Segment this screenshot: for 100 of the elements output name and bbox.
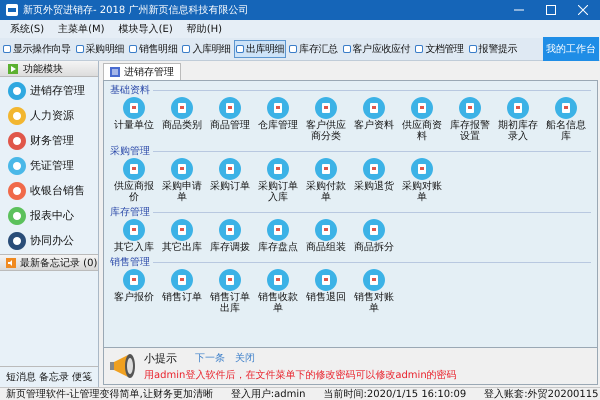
tile-icon (459, 97, 481, 119)
menu-item[interactable]: 系统(S) (10, 22, 44, 36)
module-shortcut[interactable]: 销售对账单 (350, 269, 398, 314)
module-shortcut[interactable]: 销售订单出库 (206, 269, 254, 314)
tile-icon (123, 97, 145, 119)
status-text: 登入用户:admin (230, 388, 306, 400)
bottom-tab[interactable]: 短消息 (6, 370, 36, 384)
tile-icon (363, 97, 385, 119)
tile-icon (123, 269, 145, 291)
module-shortcut[interactable]: 销售收款单 (254, 269, 302, 314)
sidebar-item[interactable]: 进销存管理 (8, 81, 98, 100)
module-shortcut[interactable]: 采购对账单 (398, 158, 446, 203)
module-shortcut[interactable]: 其它入库 (110, 219, 158, 253)
module-shortcut[interactable]: 库存调拨 (206, 219, 254, 253)
module-shortcut[interactable]: 销售订单 (158, 269, 206, 314)
sidebar-item[interactable]: 报表中心 (8, 206, 98, 225)
tile-icon (363, 219, 385, 241)
maximize-icon[interactable] (546, 5, 556, 15)
module-tab[interactable]: 进销存管理 (103, 63, 181, 80)
module-shortcut[interactable]: 计量单位 (110, 97, 158, 142)
tile-icon (315, 219, 337, 241)
tile-icon (267, 97, 289, 119)
module-shortcut[interactable]: 客户报价 (110, 269, 158, 314)
module-shortcut[interactable]: 采购退货 (350, 158, 398, 203)
tile-icon (171, 97, 193, 119)
module-shortcut[interactable]: 商品类别 (158, 97, 206, 142)
tile-icon (411, 97, 433, 119)
menu-item[interactable]: 模块导入(E) (118, 22, 173, 36)
tile-icon (267, 269, 289, 291)
sidebar-item[interactable]: 协同办公 (8, 231, 98, 250)
toolbar-checkbox[interactable]: 显示操作向导 (1, 40, 73, 58)
module-shortcut[interactable]: 供应商资料 (398, 97, 446, 142)
tile-icon (219, 97, 241, 119)
toolbar-checkbox[interactable]: 客户应收应付 (340, 40, 412, 58)
close-link[interactable]: 关闭 (235, 351, 255, 365)
toolbar-checkbox[interactable]: 报警提示 (466, 40, 520, 58)
list-icon (110, 67, 120, 77)
close-icon[interactable] (578, 5, 588, 15)
toolbar-checkbox[interactable]: 库存汇总 (287, 40, 340, 58)
tile-icon (411, 158, 433, 180)
toolbar-checkbox[interactable]: 销售明细 (127, 40, 180, 58)
megaphone-icon (108, 351, 138, 381)
module-shortcut[interactable]: 期初库存录入 (494, 97, 542, 142)
module-shortcut[interactable]: 库存报警设置 (446, 97, 494, 142)
tile-icon (171, 158, 193, 180)
speaker-icon (6, 258, 16, 268)
toolbar-checkbox[interactable]: 出库明细 (234, 40, 286, 58)
sidebar-item[interactable]: 凭证管理 (8, 156, 98, 175)
sidebar-item[interactable]: 人力资源 (8, 106, 98, 125)
module-shortcut[interactable]: 商品拆分 (350, 219, 398, 253)
memo-header[interactable]: 最新备忘记录 (0) (0, 254, 98, 271)
tile-icon (123, 219, 145, 241)
tile-icon (219, 269, 241, 291)
toolbar-checkbox[interactable]: 入库明细 (180, 40, 233, 58)
bottom-tab[interactable]: 便笺 (72, 370, 92, 384)
tile-icon (171, 219, 193, 241)
app-icon (6, 4, 18, 16)
section-title: 销售管理 (110, 256, 150, 269)
tile-icon (363, 158, 385, 180)
module-shortcut[interactable]: 采购订单入库 (254, 158, 302, 203)
module-shortcut[interactable]: 客户供应商分类 (302, 97, 350, 142)
menu-item[interactable]: 帮助(H) (186, 22, 222, 36)
tile-icon (171, 269, 193, 291)
toolbar-checkbox[interactable]: 采购明细 (74, 40, 126, 58)
tile-icon (315, 158, 337, 180)
status-text: 登入账套:外贸20200115 (484, 388, 599, 400)
tile-icon (267, 219, 289, 241)
section-title: 库存管理 (110, 206, 150, 219)
tip-text: 用admin登入软件后，在文件菜单下的修改密码可以修改admin的密码 (144, 368, 457, 382)
menu-item[interactable]: 主菜单(M) (58, 22, 105, 36)
status-text: 新页管理软件-让管理变得简单,让财务更加清晰 (6, 388, 213, 400)
toolbar-checkbox[interactable]: 文档管理 (413, 40, 466, 58)
module-shortcut[interactable]: 仓库管理 (254, 97, 302, 142)
sidebar-title: 功能模块 (23, 62, 63, 76)
module-shortcut[interactable]: 商品管理 (206, 97, 254, 142)
module-shortcut[interactable]: 采购付款单 (302, 158, 350, 203)
tile-icon (219, 219, 241, 241)
tile-icon (219, 158, 241, 180)
section-title: 采购管理 (110, 144, 150, 158)
module-shortcut[interactable]: 商品组装 (302, 219, 350, 253)
section-title: 基础资料 (110, 84, 150, 97)
tile-icon (315, 97, 337, 119)
module-shortcut[interactable]: 船名信息库 (542, 97, 590, 142)
module-shortcut[interactable]: 销售退回 (302, 269, 350, 314)
module-shortcut[interactable]: 采购申请单 (158, 158, 206, 203)
tile-icon (555, 97, 577, 119)
sidebar-item[interactable]: 财务管理 (8, 131, 98, 150)
module-shortcut[interactable]: 供应商报价 (110, 158, 158, 203)
tile-icon (315, 269, 337, 291)
tip-title: 小提示 (144, 350, 177, 366)
play-icon (8, 64, 18, 74)
tile-icon (507, 97, 529, 119)
memo-title: 最新备忘记录 (0) (20, 256, 98, 270)
module-shortcut[interactable]: 采购订单 (206, 158, 254, 203)
bottom-tab[interactable]: 备忘录 (39, 370, 69, 384)
next-link[interactable]: 下一条 (195, 351, 225, 365)
module-shortcut[interactable]: 其它出库 (158, 219, 206, 253)
sidebar-item[interactable]: 收银台销售 (8, 181, 98, 200)
module-shortcut[interactable]: 库存盘点 (254, 219, 302, 253)
module-shortcut[interactable]: 客户资料 (350, 97, 398, 142)
